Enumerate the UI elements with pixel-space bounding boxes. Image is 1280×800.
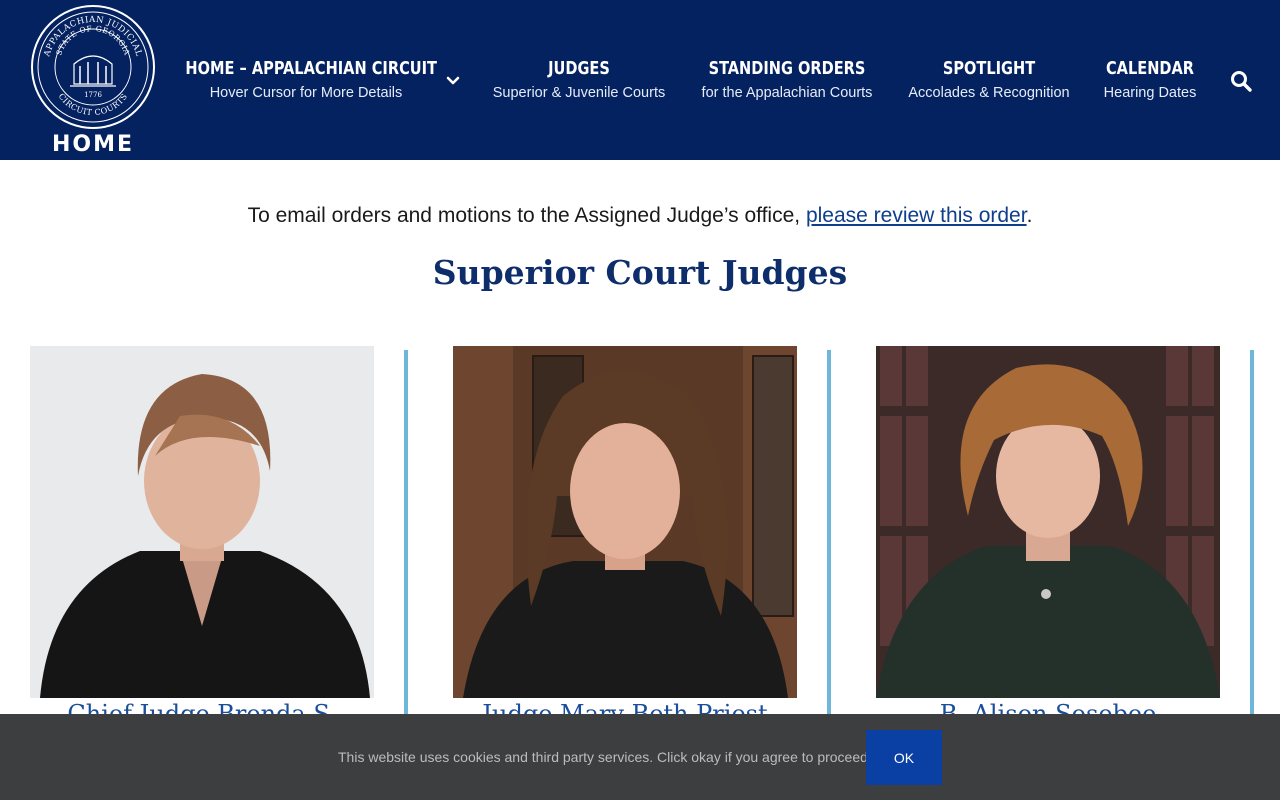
nav-subtitle: Accolades & Recognition bbox=[908, 85, 1070, 101]
nav-item-standing-orders[interactable]: STANDING ORDERS for the Appalachian Cour… bbox=[694, 58, 880, 106]
cookie-message: This website uses cookies and third part… bbox=[338, 749, 872, 765]
nav-subtitle: Superior & Juvenile Courts bbox=[492, 85, 666, 101]
nav-item-judges[interactable]: JUDGES Superior & Juvenile Courts bbox=[486, 58, 672, 106]
nav-title: CALENDAR bbox=[1105, 58, 1195, 79]
search-icon[interactable] bbox=[1229, 69, 1253, 93]
notice-text: To email orders and motions to the Assig… bbox=[247, 204, 806, 227]
email-orders-notice: To email orders and motions to the Assig… bbox=[0, 204, 1280, 228]
court-seal-logo: APPALACHIAN JUDICIAL STATE OF GEORGIA CI… bbox=[31, 5, 155, 129]
judge-portrait-image bbox=[453, 346, 797, 698]
home-logo-link[interactable]: APPALACHIAN JUDICIAL STATE OF GEORGIA CI… bbox=[30, 4, 156, 157]
nav-title: JUDGES bbox=[548, 58, 610, 79]
nav-subtitle: Hearing Dates bbox=[1103, 85, 1197, 101]
site-header: APPALACHIAN JUDICIAL STATE OF GEORGIA CI… bbox=[0, 0, 1280, 160]
review-order-link[interactable]: please review this order bbox=[806, 204, 1027, 227]
nav-title: HOME – APPALACHIAN CIRCUIT bbox=[185, 58, 437, 79]
seal-year-text: 1776 bbox=[84, 91, 102, 99]
cookie-ok-button[interactable]: OK bbox=[866, 730, 942, 785]
judge-photo-2[interactable] bbox=[453, 346, 797, 698]
cookie-consent-bar: This website uses cookies and third part… bbox=[0, 714, 1280, 800]
nav-item-home[interactable]: HOME – APPALACHIAN CIRCUIT Hover Cursor … bbox=[172, 58, 440, 106]
home-label: HOME bbox=[51, 132, 135, 157]
card-divider bbox=[827, 350, 831, 720]
section-title: Superior Court Judges bbox=[432, 253, 848, 292]
card-divider bbox=[404, 350, 408, 720]
card-divider bbox=[1250, 350, 1254, 720]
nav-item-spotlight[interactable]: SPOTLIGHT Accolades & Recognition bbox=[902, 58, 1076, 106]
judge-photo-1[interactable] bbox=[30, 346, 374, 698]
nav-subtitle: Hover Cursor for More Details bbox=[209, 85, 403, 101]
nav-title: SPOTLIGHT bbox=[942, 58, 1036, 79]
judge-photo-3[interactable] bbox=[876, 346, 1220, 698]
notice-end: . bbox=[1026, 204, 1033, 227]
nav-subtitle: for the Appalachian Courts bbox=[701, 85, 873, 101]
judge-portrait-image bbox=[30, 346, 374, 698]
nav-title: STANDING ORDERS bbox=[708, 58, 866, 79]
judge-portrait-image bbox=[876, 346, 1220, 698]
nav-item-calendar[interactable]: CALENDAR Hearing Dates bbox=[1098, 58, 1202, 106]
chevron-down-icon[interactable] bbox=[445, 73, 461, 89]
